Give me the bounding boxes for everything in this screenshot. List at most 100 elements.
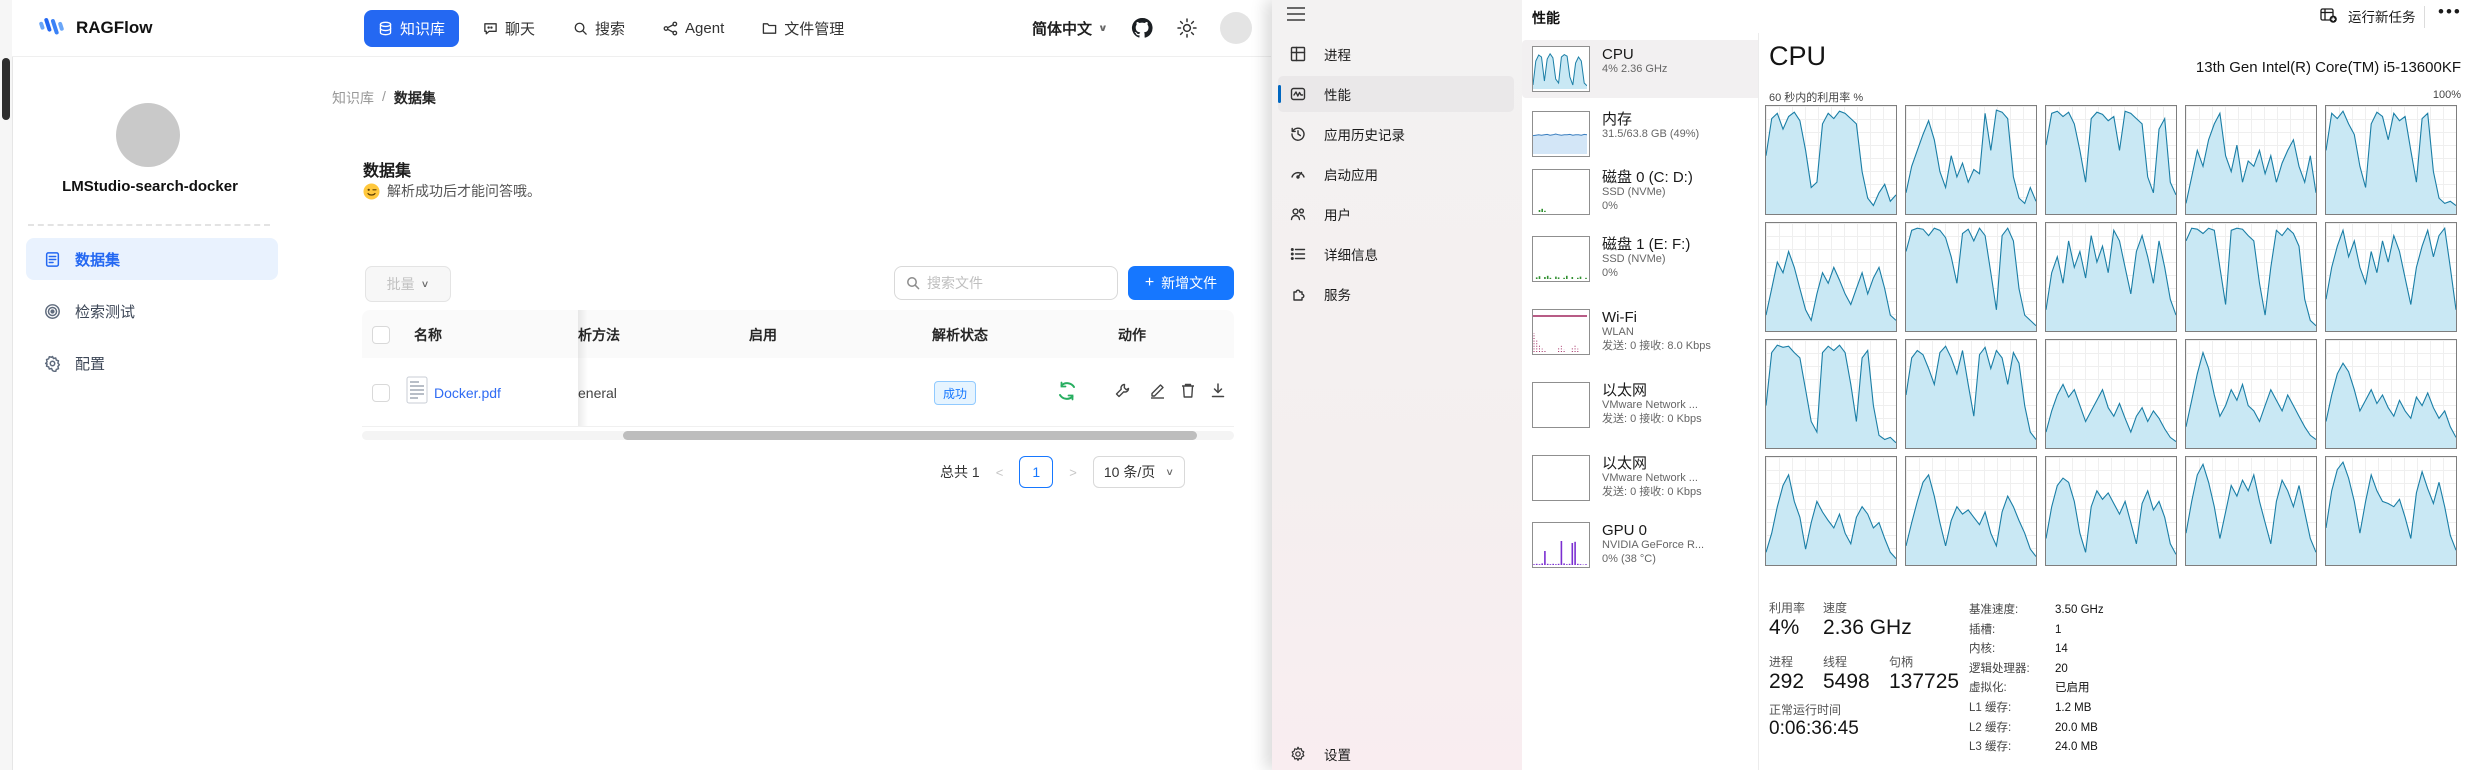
tm-page-title: 性能 (1532, 8, 1560, 28)
tm-settings-item[interactable]: 设置 (1278, 740, 1514, 768)
perf-item--1-e-f-[interactable]: 磁盘 1 (E: F:)SSD (NVMe)0% (1522, 230, 1762, 288)
perf-name: 磁盘 0 (C: D:) (1602, 169, 1693, 186)
logical-processor-chart-3[interactable] (2185, 105, 2317, 215)
download-icon[interactable] (1210, 382, 1226, 399)
logical-processor-chart-5[interactable] (1765, 222, 1897, 332)
file-name-link[interactable]: Docker.pdf (434, 385, 501, 401)
info-label: 虚拟化: (1969, 679, 2055, 695)
info-label: 插槽: (1969, 621, 2055, 637)
logical-processor-chart-6[interactable] (1905, 222, 2037, 332)
next-page-button[interactable]: > (1069, 465, 1077, 480)
ragflow-brand[interactable]: RAGFlow (36, 13, 153, 43)
nav-item-chat[interactable]: 聊天 (469, 10, 549, 47)
kb-divider (28, 224, 270, 226)
add-file-button[interactable]: + 新增文件 (1128, 266, 1234, 300)
github-icon[interactable] (1130, 16, 1154, 40)
page-scrollbar-thumb[interactable] (2, 58, 10, 120)
perf-item-cpu[interactable]: CPU4% 2.36 GHz (1522, 40, 1762, 98)
tm-sidebar-users[interactable]: 用户 (1278, 196, 1514, 232)
perf-item--0-c-d-[interactable]: 磁盘 0 (C: D:)SSD (NVMe)0% (1522, 163, 1762, 221)
logical-processor-chart-9[interactable] (2325, 222, 2457, 332)
logical-processor-chart-16[interactable] (1905, 456, 2037, 566)
logical-processor-chart-18[interactable] (2185, 456, 2317, 566)
kb-menu-gear[interactable]: 配置 (26, 342, 278, 384)
selected-accent-bar (1278, 85, 1281, 103)
nav-item-db[interactable]: 知识库 (364, 10, 459, 47)
perf-sub2: 发送: 0 接收: 0 Kbps (1602, 413, 1702, 427)
delete-icon[interactable] (1180, 382, 1196, 399)
logical-processor-chart-7[interactable] (2045, 222, 2177, 332)
logical-processor-chart-12[interactable] (2045, 339, 2177, 449)
edit-icon[interactable] (1149, 382, 1166, 399)
tm-sidebar-history[interactable]: 应用历史记录 (1278, 116, 1514, 152)
page-size-select[interactable]: 10 条/页 ∨ (1093, 456, 1185, 488)
perf-item--[interactable]: 内存31.5/63.8 GB (49%) (1522, 105, 1762, 163)
logical-processor-chart-10[interactable] (1765, 339, 1897, 449)
db-icon (378, 21, 393, 36)
perf-texts: CPU4% 2.36 GHz (1602, 46, 1667, 92)
nav-item-search[interactable]: 搜索 (559, 10, 639, 47)
reparse-icon[interactable] (1056, 380, 1078, 402)
history-icon (1290, 126, 1306, 142)
nav-item-folder[interactable]: 文件管理 (748, 10, 858, 47)
search-input[interactable]: 搜索文件 (894, 266, 1118, 300)
logical-processor-chart-19[interactable] (2325, 456, 2457, 566)
logical-processor-chart-1[interactable] (1905, 105, 2037, 215)
tm-toolbar-divider (2424, 6, 2425, 28)
logical-processor-chart-2[interactable] (2045, 105, 2177, 215)
perf-icon (1290, 86, 1306, 102)
perf-item-wi-fi[interactable]: Wi-FiWLAN发送: 0 接收: 8.0 Kbps (1522, 303, 1762, 361)
logical-processor-chart-17[interactable] (2045, 456, 2177, 566)
folder-icon (762, 21, 777, 36)
col-action: 动作 (1118, 325, 1146, 345)
run-new-task-button[interactable]: 运行新任务 (2320, 6, 2416, 26)
perf-item--[interactable]: 以太网VMware Network ...发送: 0 接收: 0 Kbps (1522, 449, 1762, 507)
table-hscroll-thumb[interactable] (623, 431, 1197, 440)
info-value: 14 (2055, 643, 2068, 655)
user-avatar[interactable] (1220, 12, 1252, 44)
tm-sidebar-details[interactable]: 详细信息 (1278, 236, 1514, 272)
logical-processor-chart-14[interactable] (2325, 339, 2457, 449)
row-checkbox[interactable] (372, 384, 390, 402)
perf-item-gpu-0[interactable]: GPU 0NVIDIA GeForce R...0% (38 °C) (1522, 516, 1762, 574)
tm-sidebar-procs[interactable]: 进程 (1278, 36, 1514, 72)
bulk-button[interactable]: 批量 ∨ (365, 266, 451, 302)
wink-emoji-icon (363, 183, 380, 200)
cpu-info-row: L1 缓存:1.2 MB (1969, 699, 2091, 715)
page-size-label: 10 条/页 (1104, 462, 1155, 482)
tm-sidebar-startup[interactable]: 启动应用 (1278, 156, 1514, 192)
perf-sub1: 4% 2.36 GHz (1602, 63, 1667, 77)
col-name: 名称 (414, 325, 442, 345)
perf-name: CPU (1602, 46, 1667, 63)
table-row: Docker.pdf eneral 成功 (362, 358, 1234, 427)
info-label: 逻辑处理器: (1969, 660, 2055, 676)
theme-toggle-icon[interactable] (1176, 17, 1198, 39)
logical-processor-chart-4[interactable] (2325, 105, 2457, 215)
mini-chart (1532, 522, 1590, 568)
breadcrumb: 知识库 / 数据集 (332, 88, 436, 108)
tm-sidebar-perf[interactable]: 性能 (1278, 76, 1514, 112)
logical-processor-chart-15[interactable] (1765, 456, 1897, 566)
logical-processor-chart-0[interactable] (1765, 105, 1897, 215)
hamburger-menu-icon[interactable] (1286, 6, 1306, 22)
perf-item--[interactable]: 以太网VMware Network ...发送: 0 接收: 0 Kbps (1522, 376, 1762, 434)
language-selector[interactable]: 简体中文 ∨ (1032, 18, 1108, 39)
info-value: 1 (2055, 624, 2061, 636)
logical-processor-chart-8[interactable] (2185, 222, 2317, 332)
prev-page-button[interactable]: < (996, 465, 1004, 480)
kb-name: LMStudio-search-docker (12, 178, 288, 195)
logical-processor-chart-13[interactable] (2185, 339, 2317, 449)
gear-icon (44, 355, 61, 372)
tm-sidebar-services[interactable]: 服务 (1278, 276, 1514, 312)
chunk-tool-icon[interactable] (1114, 382, 1131, 399)
perf-texts: 以太网VMware Network ...发送: 0 接收: 0 Kbps (1602, 455, 1702, 501)
breadcrumb-parent[interactable]: 知识库 (332, 88, 374, 108)
kb-menu-target[interactable]: 检索测试 (26, 290, 278, 332)
page-number[interactable]: 1 (1019, 456, 1053, 488)
more-options-icon[interactable]: ••• (2438, 2, 2462, 22)
nav-item-agent[interactable]: Agent (649, 12, 738, 45)
tm-sidebar-label: 性能 (1324, 84, 1351, 104)
select-all-checkbox[interactable] (372, 326, 390, 344)
logical-processor-chart-11[interactable] (1905, 339, 2037, 449)
kb-menu-doc[interactable]: 数据集 (26, 238, 278, 280)
